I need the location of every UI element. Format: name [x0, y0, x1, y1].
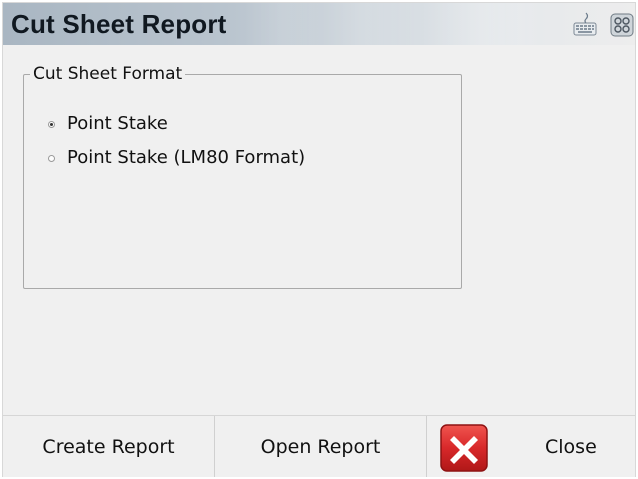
close-button[interactable]: Close — [427, 416, 635, 477]
bottom-button-bar: Create Report Open Report Close — [3, 415, 635, 477]
radio-button-unselected[interactable] — [48, 154, 55, 162]
keyboard-icon[interactable] — [573, 11, 597, 37]
radio-label-point-stake-lm80: Point Stake (LM80 Format) — [67, 147, 306, 168]
open-report-button[interactable]: Open Report — [215, 416, 427, 477]
open-report-label: Open Report — [260, 435, 381, 458]
close-label: Close — [545, 435, 597, 458]
cut-sheet-format-group: Cut Sheet Format Point Stake Point Stake… — [23, 65, 462, 289]
radio-label-point-stake: Point Stake — [67, 113, 168, 134]
radio-point-stake-lm80[interactable]: Point Stake (LM80 Format) — [48, 145, 305, 171]
radio-point-stake[interactable]: Point Stake — [48, 111, 168, 137]
title-bar-shading — [243, 3, 543, 45]
title-bar: Cut Sheet Report — [3, 3, 635, 45]
close-x-icon — [439, 423, 489, 473]
grid-menu-icon[interactable] — [610, 11, 634, 37]
create-report-button[interactable]: Create Report — [3, 416, 215, 477]
cut-sheet-format-legend: Cut Sheet Format — [33, 64, 183, 84]
radio-button-selected[interactable] — [48, 120, 55, 128]
cut-sheet-report-window: Cut Sheet Report Cut Sheet Format Point … — [2, 2, 636, 477]
create-report-label: Create Report — [42, 435, 175, 458]
window-title: Cut Sheet Report — [11, 9, 227, 39]
